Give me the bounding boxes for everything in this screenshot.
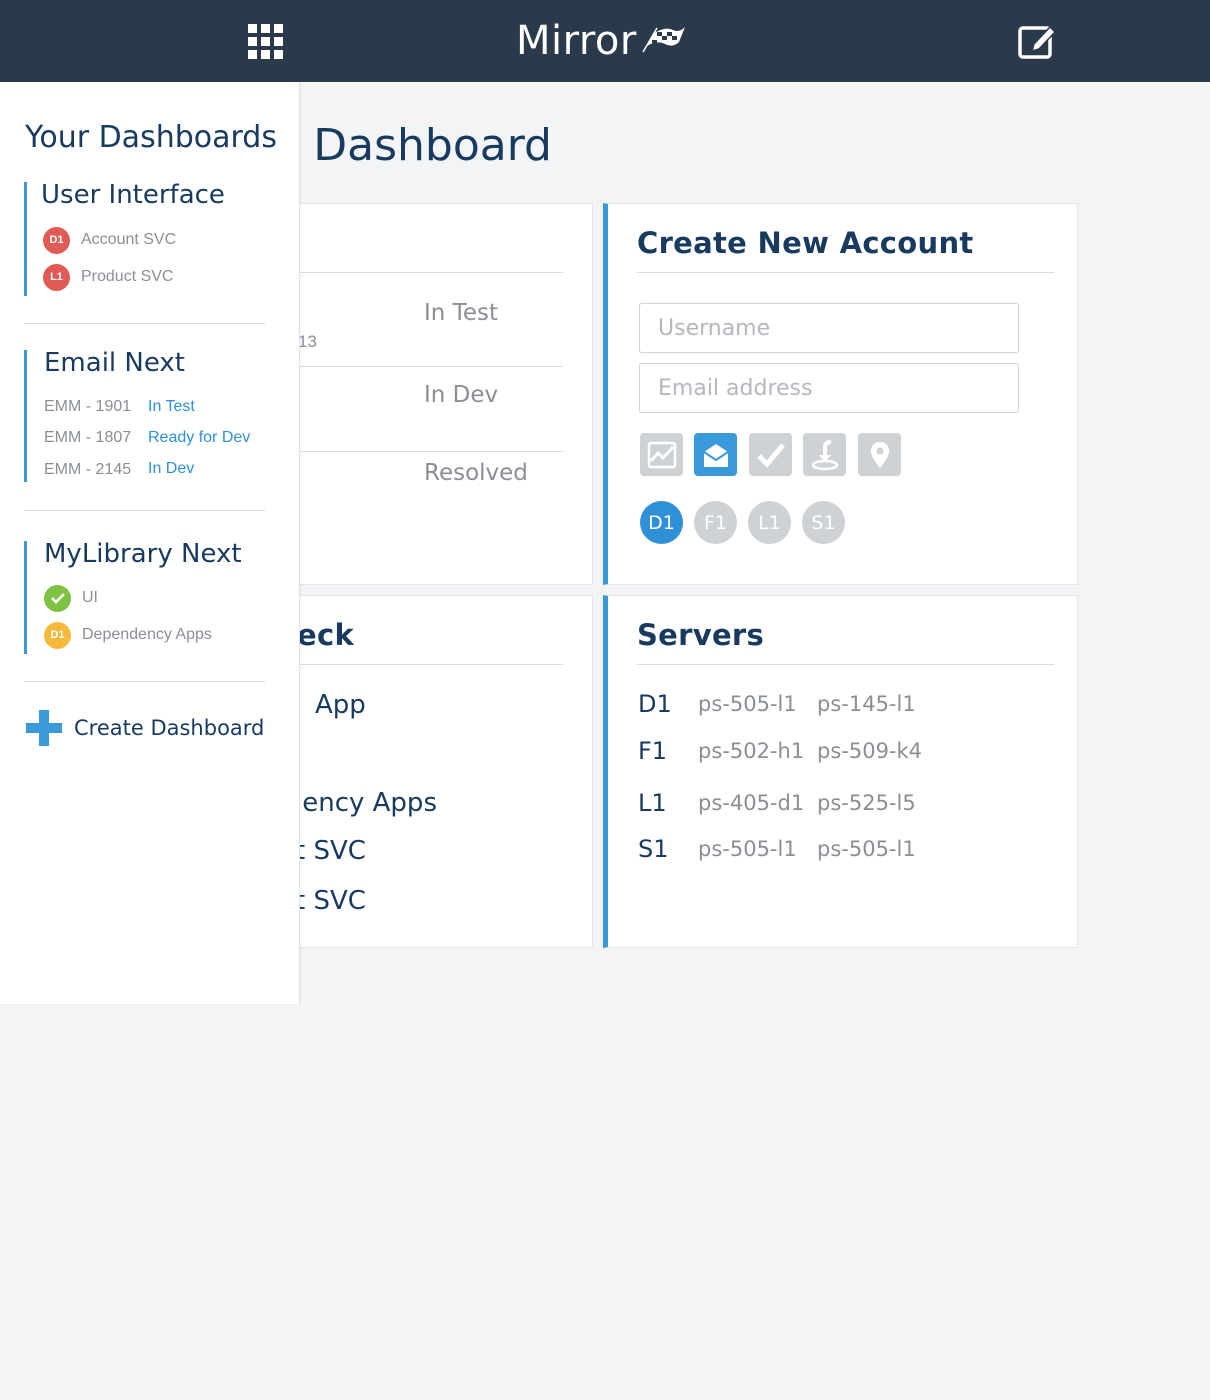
divider bbox=[24, 681, 265, 682]
sidebar-group-user-interface: User Interface D1 Account SVC L1 Product… bbox=[24, 180, 265, 296]
chart-icon[interactable] bbox=[640, 433, 683, 476]
env-badge: D1 bbox=[44, 621, 71, 649]
checkered-flag-icon bbox=[642, 27, 685, 53]
deploy-check-title: eck bbox=[297, 618, 355, 652]
server-host[interactable]: ps-505-l1 bbox=[698, 692, 797, 716]
create-account-title: Create New Account bbox=[637, 226, 974, 260]
server-host[interactable]: ps-525-l5 bbox=[817, 791, 916, 815]
sidebar-item-label: Account SVC bbox=[81, 231, 177, 248]
sidebar-item-account-svc[interactable]: D1 Account SVC bbox=[43, 226, 176, 254]
ticket-status: In Test bbox=[424, 300, 498, 326]
username-input[interactable] bbox=[639, 303, 1019, 353]
deploy-row[interactable]: t SVC bbox=[295, 836, 366, 866]
server-env: F1 bbox=[638, 737, 668, 765]
check-icon[interactable] bbox=[749, 433, 792, 476]
server-env: D1 bbox=[638, 690, 672, 718]
ticket-id[interactable]: EMM - 2145 bbox=[44, 461, 131, 479]
sidebar-title: Your Dashboards bbox=[25, 120, 277, 155]
ticket-status: In Dev bbox=[424, 382, 499, 408]
deploy-row[interactable]: lency Apps bbox=[295, 788, 437, 818]
ticket-status[interactable]: In Test bbox=[148, 398, 195, 416]
download-icon[interactable] bbox=[803, 433, 846, 476]
sidebar-item-label: Dependency Apps bbox=[82, 626, 212, 643]
server-host[interactable]: ps-505-l1 bbox=[817, 837, 916, 861]
sidebar-group-email-next: Email Next EMM - 1901 In Test EMM - 1807… bbox=[24, 348, 265, 482]
dashboards-sidebar: Your Dashboards User Interface D1 Accoun… bbox=[0, 82, 300, 1004]
servers-card: Servers D1 ps-505-l1 ps-145-l1 F1 ps-502… bbox=[603, 595, 1078, 948]
env-f1-toggle[interactable]: F1 bbox=[694, 501, 737, 544]
server-host[interactable]: ps-509-k4 bbox=[817, 739, 922, 763]
server-host[interactable]: ps-145-l1 bbox=[817, 692, 916, 716]
ticket-id-fragment: 13 bbox=[298, 332, 317, 351]
env-badge: D1 bbox=[43, 226, 70, 254]
ticket-id[interactable]: EMM - 1807 bbox=[44, 429, 131, 447]
env-l1-toggle[interactable]: L1 bbox=[748, 501, 791, 544]
sidebar-item-label: Product SVC bbox=[81, 268, 174, 285]
edit-icon[interactable] bbox=[1017, 22, 1057, 60]
env-d1-toggle[interactable]: D1 bbox=[640, 501, 683, 544]
top-bar: Mirror bbox=[0, 0, 1210, 82]
ticket-status[interactable]: Ready for Dev bbox=[148, 429, 250, 447]
server-host[interactable]: ps-502-h1 bbox=[698, 739, 804, 763]
check-icon bbox=[44, 584, 71, 612]
server-env: L1 bbox=[638, 789, 667, 817]
create-dashboard-button[interactable]: Create Dashboard bbox=[26, 710, 264, 746]
sidebar-item-dependency-apps[interactable]: D1 Dependency Apps bbox=[44, 621, 212, 649]
brand-name: Mirror bbox=[516, 18, 637, 64]
deploy-row[interactable]: t SVC bbox=[295, 886, 366, 916]
sidebar-group-title[interactable]: Email Next bbox=[44, 348, 185, 378]
sidebar-item-ui[interactable]: UI bbox=[44, 584, 98, 612]
create-dashboard-label: Create Dashboard bbox=[74, 716, 265, 740]
ticket-id[interactable]: EMM - 1901 bbox=[44, 398, 131, 416]
ticket-status: Resolved bbox=[424, 460, 528, 486]
sidebar-item-product-svc[interactable]: L1 Product SVC bbox=[43, 263, 173, 291]
env-s1-toggle[interactable]: S1 bbox=[802, 501, 845, 544]
ticket-status[interactable]: In Dev bbox=[148, 460, 194, 478]
sidebar-group-mylibrary-next: MyLibrary Next UI D1 Dependency Apps bbox=[24, 539, 265, 654]
servers-title: Servers bbox=[637, 618, 765, 652]
envelope-icon[interactable] bbox=[694, 433, 737, 476]
server-env: S1 bbox=[638, 835, 669, 863]
sidebar-group-title[interactable]: User Interface bbox=[41, 180, 225, 210]
map-pin-icon[interactable] bbox=[858, 433, 901, 476]
sidebar-item-label: UI bbox=[82, 589, 98, 606]
env-badge: L1 bbox=[43, 263, 70, 291]
server-host[interactable]: ps-405-d1 bbox=[698, 791, 804, 815]
apps-grid-icon[interactable] bbox=[248, 24, 284, 60]
create-account-card: Create New Account D1 F1 L1 S1 bbox=[603, 203, 1078, 585]
plus-icon bbox=[26, 710, 62, 746]
sidebar-group-title[interactable]: MyLibrary Next bbox=[44, 539, 242, 569]
brand-logo[interactable]: Mirror bbox=[516, 16, 687, 66]
divider bbox=[24, 323, 265, 324]
deploy-row[interactable]: App bbox=[315, 690, 366, 720]
email-input[interactable] bbox=[639, 363, 1019, 413]
server-host[interactable]: ps-505-l1 bbox=[698, 837, 797, 861]
divider bbox=[24, 510, 265, 511]
